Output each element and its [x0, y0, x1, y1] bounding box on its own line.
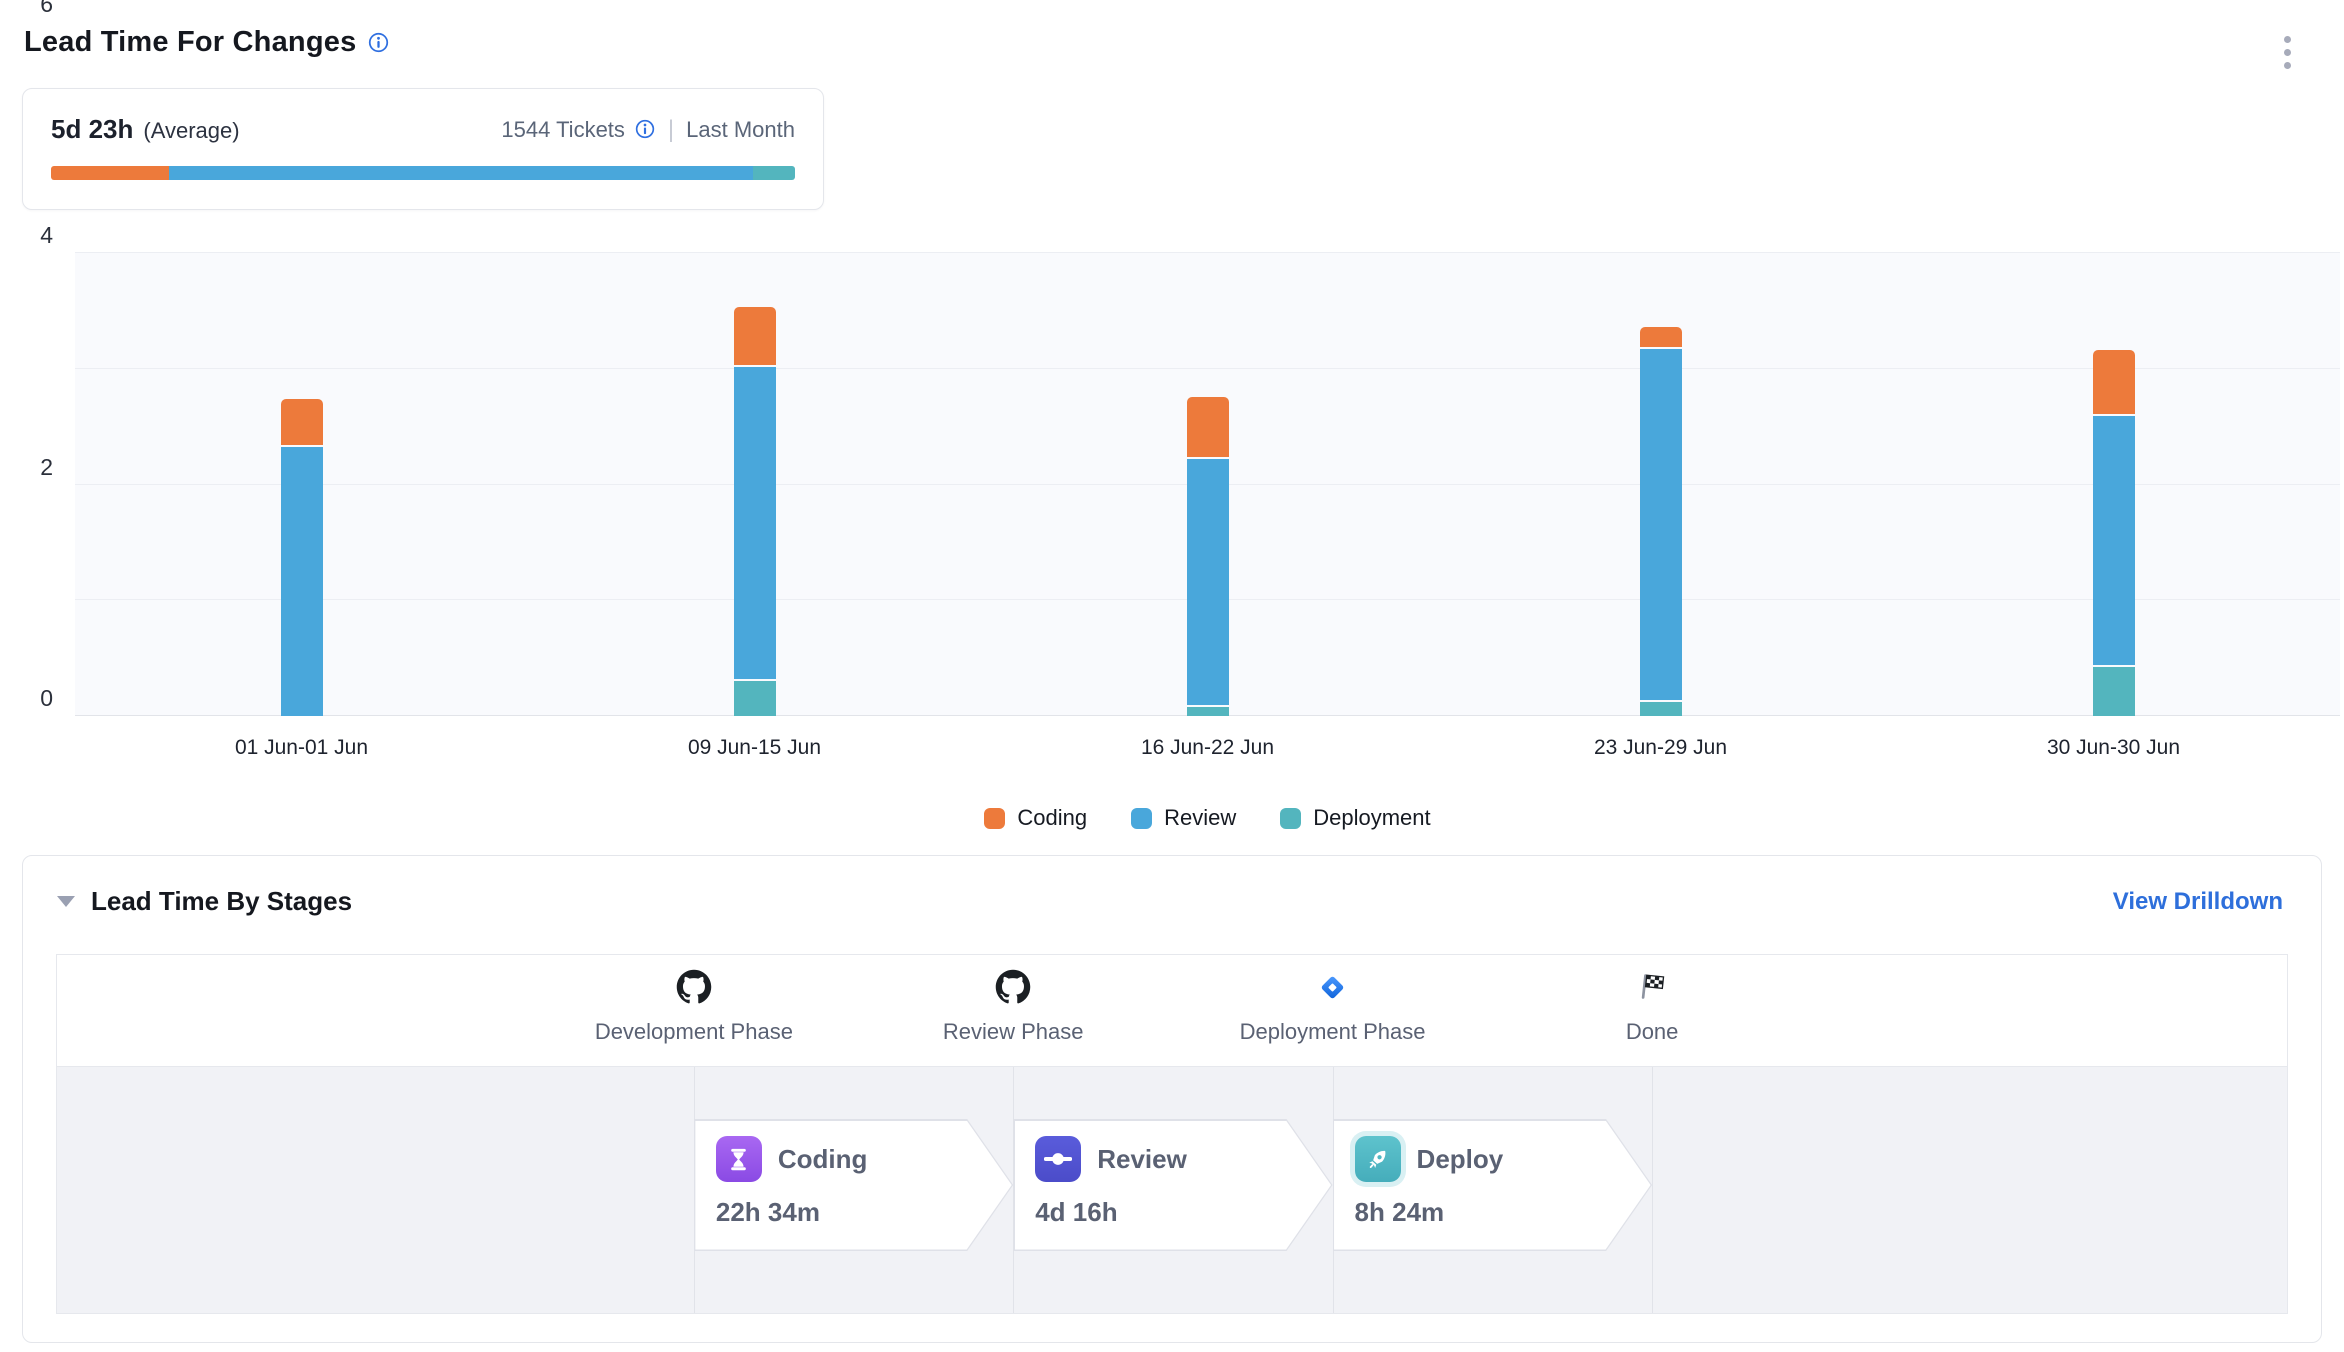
github-icon: [995, 969, 1031, 1005]
phase-label: Done: [1626, 1019, 1679, 1045]
stage-duration: 22h 34m: [716, 1197, 1013, 1228]
stage-name: Deploy: [1417, 1144, 1504, 1175]
phase-label: Development Phase: [595, 1019, 793, 1045]
period-label: Last Month: [686, 117, 795, 143]
bar-segment-deployment[interactable]: [1640, 702, 1682, 716]
tickets-count: 1544 Tickets: [501, 117, 625, 143]
widget-header: Lead Time For Changes: [24, 26, 389, 59]
commit-icon: [1035, 1136, 1081, 1182]
bar-segment-deployment[interactable]: [2093, 667, 2135, 716]
bar-slot: [981, 253, 1434, 716]
github-icon: [676, 969, 712, 1005]
split-segment-coding: [51, 166, 169, 180]
chart-x-axis-labels: 01 Jun-01 Jun09 Jun-15 Jun16 Jun-22 Jun2…: [75, 736, 2340, 760]
y-tick-label: 4: [40, 222, 53, 249]
phase-development-phase: Development Phase: [534, 969, 854, 1045]
stage-name: Coding: [778, 1144, 868, 1175]
bar-segment-review[interactable]: [281, 447, 323, 716]
bar-segment-coding[interactable]: [734, 307, 776, 365]
tickets-info-icon[interactable]: [635, 119, 656, 140]
y-tick-label: 0: [40, 685, 53, 712]
bar-slot: [75, 253, 528, 716]
legend-item-review[interactable]: Review: [1131, 805, 1236, 831]
x-tick-label: 09 Jun-15 Jun: [528, 736, 981, 760]
jira-icon: [1317, 969, 1348, 1005]
x-tick-label: 30 Jun-30 Jun: [1887, 736, 2340, 760]
x-tick-label: 16 Jun-22 Jun: [981, 736, 1434, 760]
stacked-bar-30-jun-30-jun[interactable]: [2093, 350, 2135, 716]
legend-item-deployment[interactable]: Deployment: [1280, 805, 1430, 831]
bar-segment-review[interactable]: [1187, 459, 1229, 705]
split-segment-review: [169, 166, 753, 180]
separator: |: [668, 116, 674, 144]
stage-name: Review: [1097, 1144, 1187, 1175]
stacked-bar-01-jun-01-jun[interactable]: [281, 399, 323, 716]
stages-table-header: Development Phase Review Phase Deployment …: [57, 955, 2287, 1067]
legend-swatch-icon: [984, 808, 1005, 829]
stage-card-review[interactable]: Review 4d 16h: [1013, 1119, 1332, 1251]
legend-item-coding[interactable]: Coding: [984, 805, 1087, 831]
phase-review-phase: Review Phase: [853, 969, 1173, 1045]
bar-slot: [1887, 253, 2340, 716]
page-title: Lead Time For Changes: [24, 26, 356, 59]
bar-segment-coding[interactable]: [1640, 327, 1682, 347]
lead-time-by-stages-panel: Lead Time By Stages View Drilldown Devel…: [22, 855, 2322, 1343]
collapse-caret-icon[interactable]: [57, 896, 75, 907]
bar-segment-deployment[interactable]: [734, 681, 776, 716]
stacked-bar-09-jun-15-jun[interactable]: [734, 307, 776, 716]
stages-table: Development Phase Review Phase Deployment …: [56, 954, 2288, 1314]
bar-slot: [528, 253, 981, 716]
view-drilldown-link[interactable]: View Drilldown: [2113, 888, 2283, 916]
bar-segment-review[interactable]: [734, 367, 776, 680]
phase-done: Done: [1492, 969, 1812, 1045]
y-tick-label: 2: [40, 454, 53, 481]
info-icon[interactable]: [368, 32, 389, 53]
chart-legend: Coding Review Deployment: [75, 805, 2340, 831]
column-divider: [1652, 1067, 1653, 1313]
bar-segment-review[interactable]: [2093, 416, 2135, 665]
legend-label: Review: [1164, 805, 1236, 831]
stages-section-title: Lead Time By Stages: [91, 886, 352, 917]
average-lead-time-value: 5d 23h: [51, 114, 133, 145]
x-tick-label: 01 Jun-01 Jun: [75, 736, 528, 760]
stage-duration: 4d 16h: [1035, 1197, 1332, 1228]
bar-segment-coding[interactable]: [2093, 350, 2135, 414]
hourglass-icon: [716, 1136, 762, 1182]
split-segment-deployment: [753, 166, 795, 180]
phase-deployment-phase: Deployment Phase: [1173, 969, 1493, 1045]
stacked-bar-16-jun-22-jun[interactable]: [1187, 397, 1229, 716]
lead-time-split-bar: [51, 166, 795, 180]
phase-label: Deployment Phase: [1240, 1019, 1426, 1045]
lead-time-chart: 02468 01 Jun-01 Jun09 Jun-15 Jun16 Jun-2…: [75, 253, 2340, 716]
legend-label: Coding: [1017, 805, 1087, 831]
legend-swatch-icon: [1280, 808, 1301, 829]
phase-label: Review Phase: [943, 1019, 1084, 1045]
x-tick-label: 23 Jun-29 Jun: [1434, 736, 1887, 760]
bar-slot: [1434, 253, 1887, 716]
bar-segment-deployment[interactable]: [1187, 707, 1229, 716]
stage-card-deploy[interactable]: Deploy 8h 24m: [1333, 1119, 1653, 1251]
y-tick-label: 6: [40, 0, 53, 18]
chart-bars: [75, 253, 2340, 716]
bar-segment-coding[interactable]: [281, 399, 323, 445]
checkered-flag-icon: [1636, 969, 1668, 1005]
kebab-menu-icon[interactable]: [2274, 30, 2300, 74]
bar-segment-review[interactable]: [1640, 349, 1682, 699]
rocket-icon: [1355, 1136, 1401, 1182]
bar-segment-coding[interactable]: [1187, 397, 1229, 458]
stage-duration: 8h 24m: [1355, 1197, 1653, 1228]
stage-card-coding[interactable]: Coding 22h 34m: [694, 1119, 1013, 1251]
legend-swatch-icon: [1131, 808, 1152, 829]
stacked-bar-23-jun-29-jun[interactable]: [1640, 327, 1682, 716]
legend-label: Deployment: [1313, 805, 1430, 831]
summary-card: 5d 23h (Average) 1544 Tickets | Last Mon…: [22, 88, 824, 210]
average-label: (Average): [143, 118, 239, 144]
